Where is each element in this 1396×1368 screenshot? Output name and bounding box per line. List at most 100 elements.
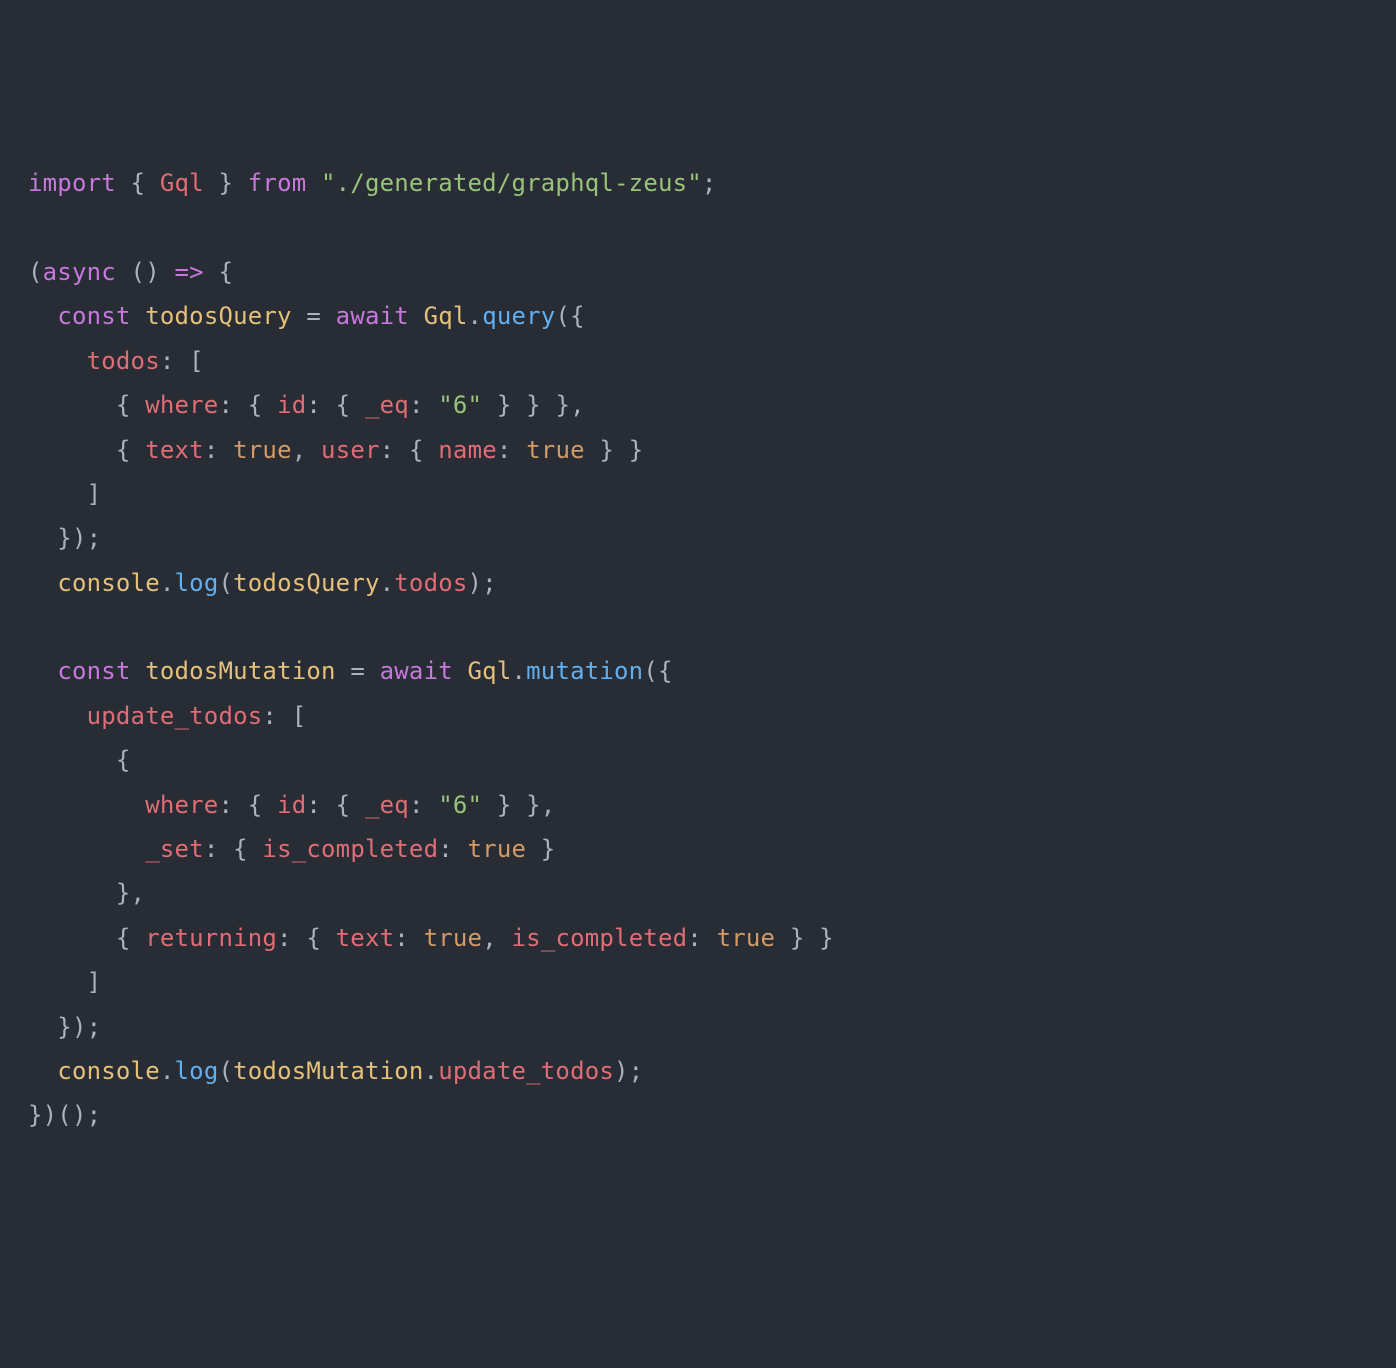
- code-line: (async () => {: [28, 250, 1368, 294]
- code-token: query: [482, 302, 555, 330]
- code-token: true: [526, 436, 585, 464]
- code-token: _eq: [365, 391, 409, 419]
- code-token: [28, 302, 57, 330]
- code-token: } }: [775, 924, 834, 952]
- code-token: [409, 302, 424, 330]
- code-token: :: [409, 391, 438, 419]
- code-token: todos: [394, 569, 467, 597]
- code-token: ,: [292, 436, 321, 464]
- code-token: : [: [160, 347, 204, 375]
- code-token: log: [175, 569, 219, 597]
- code-token: }: [526, 835, 555, 863]
- code-token: todosMutation: [233, 1057, 423, 1085]
- code-token: true: [233, 436, 292, 464]
- code-token: : {: [218, 791, 277, 819]
- code-token: Gql: [160, 169, 204, 197]
- code-line: _set: { is_completed: true }: [28, 827, 1368, 871]
- code-token: .: [511, 657, 526, 685]
- code-token: id: [277, 391, 306, 419]
- code-token: [28, 1057, 57, 1085]
- code-token: : {: [218, 391, 277, 419]
- code-token: true: [468, 835, 527, 863]
- code-token: {: [28, 391, 145, 419]
- code-token: : {: [380, 436, 439, 464]
- code-token: });: [28, 524, 101, 552]
- code-token: const: [57, 302, 130, 330]
- code-token: .: [160, 1057, 175, 1085]
- code-token: await: [380, 657, 453, 685]
- code-token: update_todos: [438, 1057, 614, 1085]
- code-line: ]: [28, 472, 1368, 516]
- code-token: await: [336, 302, 409, 330]
- code-token: } } },: [482, 391, 585, 419]
- code-token: })();: [28, 1101, 101, 1129]
- code-token: :: [687, 924, 716, 952]
- code-token: {: [204, 258, 233, 286]
- code-token: user: [321, 436, 380, 464]
- code-token: name: [438, 436, 497, 464]
- code-token: {: [28, 436, 145, 464]
- code-token: todosMutation: [145, 657, 335, 685]
- code-line: const todosMutation = await Gql.mutation…: [28, 649, 1368, 693]
- code-token: ({: [555, 302, 584, 330]
- code-token: id: [277, 791, 306, 819]
- code-line: [28, 206, 1368, 250]
- code-token: mutation: [526, 657, 643, 685]
- code-token: :: [438, 835, 467, 863]
- code-token: [131, 302, 146, 330]
- code-token: .: [424, 1057, 439, 1085]
- code-token: true: [424, 924, 483, 952]
- code-token: :: [394, 924, 423, 952]
- code-line: })();: [28, 1093, 1368, 1137]
- code-token: text: [336, 924, 395, 952]
- code-token: [28, 702, 87, 730]
- code-line: ]: [28, 960, 1368, 1004]
- code-token: [28, 657, 57, 685]
- code-token: log: [175, 1057, 219, 1085]
- code-token: (: [218, 1057, 233, 1085]
- code-token: (: [218, 569, 233, 597]
- code-line: [28, 605, 1368, 649]
- code-token: : {: [306, 791, 365, 819]
- code-token: );: [614, 1057, 643, 1085]
- code-token: async: [43, 258, 116, 286]
- code-token: todos: [87, 347, 160, 375]
- code-line: where: { id: { _eq: "6" } },: [28, 783, 1368, 827]
- code-token: text: [145, 436, 204, 464]
- code-line: todos: [: [28, 339, 1368, 383]
- code-token: true: [717, 924, 776, 952]
- code-line: });: [28, 516, 1368, 560]
- code-token: [28, 347, 87, 375]
- code-token: "6": [438, 791, 482, 819]
- code-token: update_todos: [87, 702, 263, 730]
- code-token: :: [409, 791, 438, 819]
- code-token: : {: [277, 924, 336, 952]
- code-token: (): [116, 258, 175, 286]
- code-line: console.log(todosQuery.todos);: [28, 561, 1368, 605]
- code-token: =>: [175, 258, 204, 286]
- code-token: .: [468, 302, 483, 330]
- code-token: {: [116, 169, 160, 197]
- code-line: import { Gql } from "./generated/graphql…: [28, 161, 1368, 205]
- code-token: [453, 657, 468, 685]
- code-token: _set: [145, 835, 204, 863]
- code-token: returning: [145, 924, 277, 952]
- code-token: todosQuery: [145, 302, 292, 330]
- code-token: ;: [702, 169, 717, 197]
- code-line: });: [28, 1005, 1368, 1049]
- code-token: ,: [482, 924, 511, 952]
- code-token: "6": [438, 391, 482, 419]
- code-line: { text: true, user: { name: true } }: [28, 428, 1368, 472]
- code-token: where: [145, 791, 218, 819]
- code-token: :: [497, 436, 526, 464]
- code-token: ({: [643, 657, 672, 685]
- code-block: import { Gql } from "./generated/graphql…: [28, 161, 1368, 1138]
- code-line: { returning: { text: true, is_completed:…: [28, 916, 1368, 960]
- code-token: ]: [28, 480, 101, 508]
- code-token: is_completed: [262, 835, 438, 863]
- code-token: :: [204, 436, 233, 464]
- code-token: : {: [204, 835, 263, 863]
- code-token: where: [145, 391, 218, 419]
- code-token: : [: [262, 702, 306, 730]
- code-token: "./generated/graphql-zeus": [321, 169, 702, 197]
